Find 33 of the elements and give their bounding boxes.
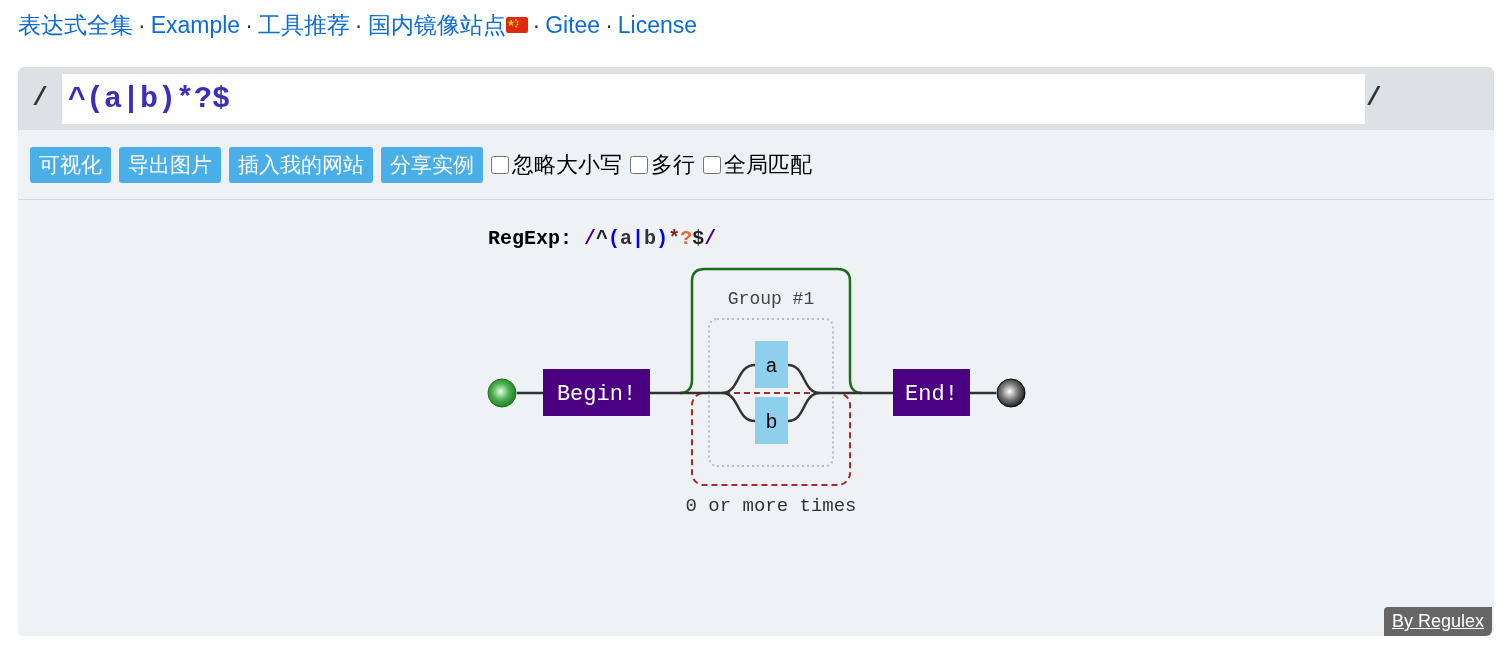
regex-input[interactable]: ^(a|b)*?$ <box>62 73 1365 124</box>
regexp-title: RegExp: /^(a|b)*?$/ <box>488 227 717 250</box>
connector-line <box>517 391 543 395</box>
separator: · <box>605 10 613 40</box>
credit-link[interactable]: By Regulex <box>1383 607 1492 636</box>
nav-link[interactable]: 工具推荐 <box>257 7 350 43</box>
checkbox-label: 全局匹配 <box>724 151 812 179</box>
checkbox[interactable] <box>630 155 648 174</box>
regex-delimiter: / <box>1366 82 1380 115</box>
begin-node: Begin! <box>543 369 650 416</box>
nav-link[interactable]: License <box>617 7 698 43</box>
checkbox-label: 忽略大小写 <box>512 151 622 179</box>
checkbox[interactable] <box>703 155 721 174</box>
separator: · <box>354 10 363 40</box>
nav-link[interactable]: 表达式全集 <box>18 7 133 43</box>
start-node <box>487 378 517 408</box>
literal-node: a <box>755 341 788 388</box>
nav-link[interactable]: Example <box>150 7 241 43</box>
separator: · <box>532 10 541 40</box>
end-node <box>996 378 1026 408</box>
nav-link[interactable]: Gitee <box>545 7 601 43</box>
checkbox-label: 多行 <box>651 151 695 179</box>
end-node-box: End! <box>893 369 970 416</box>
separator: · <box>138 10 146 40</box>
repeat-label: 0 or more times <box>685 495 857 517</box>
nav-link[interactable]: 国内镜像站点 <box>367 7 506 43</box>
checkbox[interactable] <box>491 155 509 174</box>
separator: · <box>245 10 253 40</box>
connector-line <box>970 391 996 395</box>
literal-node: b <box>755 397 788 444</box>
flag-icon <box>505 17 528 33</box>
regex-delimiter: / <box>31 82 49 115</box>
group-label: Group #1 <box>727 289 815 309</box>
